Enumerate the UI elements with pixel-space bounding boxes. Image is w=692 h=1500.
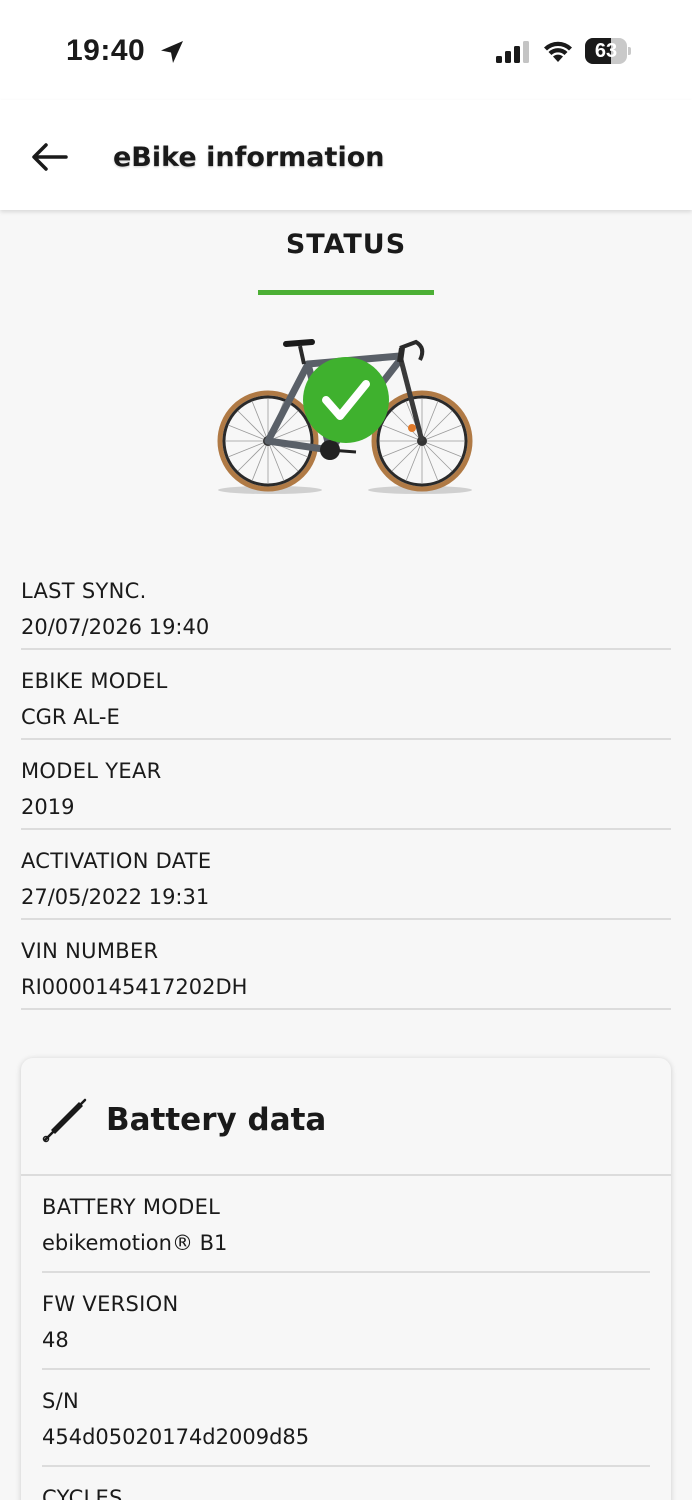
battery-card-header: Battery data (21, 1058, 671, 1176)
check-badge-icon (303, 357, 389, 443)
info-value: 48 (42, 1328, 69, 1352)
info-row-activation-date: ACTIVATION DATE 27/05/2022 19:31 (21, 830, 671, 920)
info-row-ebike-model: EBIKE MODEL CGR AL-E (21, 650, 671, 740)
battery-data-card: Battery data BATTERY MODEL ebikemotion® … (21, 1058, 671, 1500)
info-row-last-sync: LAST SYNC. 20/07/2026 19:40 (21, 560, 671, 650)
info-label: VIN NUMBER (21, 939, 159, 963)
battery-row-fw-version: FW VERSION 48 (42, 1273, 650, 1370)
battery-percent: 63 (594, 40, 618, 62)
info-value: 2019 (21, 795, 75, 819)
tab-active-indicator (258, 290, 434, 295)
cellular-signal-icon (496, 41, 529, 63)
app-header: eBike information (0, 100, 692, 210)
battery-row-model: BATTERY MODEL ebikemotion® B1 (42, 1176, 650, 1273)
location-arrow-icon (161, 41, 183, 63)
info-value: 454d05020174d2009d85 (42, 1425, 310, 1449)
info-label: MODEL YEAR (21, 759, 162, 783)
page-title: eBike information (113, 142, 385, 173)
tab-status-label: STATUS (285, 229, 407, 260)
ebike-info-list: LAST SYNC. 20/07/2026 19:40 EBIKE MODEL … (21, 560, 671, 1010)
pump-icon (42, 1098, 87, 1143)
info-value: ebikemotion® B1 (42, 1231, 228, 1255)
info-label: ACTIVATION DATE (21, 849, 212, 873)
info-label: BATTERY MODEL (42, 1195, 221, 1219)
info-label: LAST SYNC. (21, 579, 147, 603)
info-value: 27/05/2022 19:31 (21, 885, 210, 909)
status-time: 19:40 (66, 34, 146, 67)
battery-icon: 63 (585, 38, 631, 64)
battery-card-title: Battery data (106, 1102, 327, 1138)
info-value: CGR AL-E (21, 705, 120, 729)
back-arrow-icon[interactable] (30, 140, 70, 174)
battery-info-list: BATTERY MODEL ebikemotion® B1 FW VERSION… (42, 1176, 650, 1500)
info-value: 20/07/2026 19:40 (21, 615, 210, 639)
tab-status[interactable]: STATUS (258, 226, 434, 296)
info-row-model-year: MODEL YEAR 2019 (21, 740, 671, 830)
info-value: RI0000145417202DH (21, 975, 248, 999)
battery-row-serial: S/N 454d05020174d2009d85 (42, 1370, 650, 1467)
info-label: S/N (42, 1389, 80, 1413)
battery-row-cycles: CYCLES (42, 1467, 650, 1500)
info-label: FW VERSION (42, 1292, 179, 1316)
bike-image (217, 339, 473, 494)
status-bar: 19:40 63 (0, 0, 692, 100)
info-row-vin-number: VIN NUMBER RI0000145417202DH (21, 920, 671, 1010)
wifi-icon (544, 41, 572, 62)
info-label: CYCLES (42, 1486, 123, 1500)
info-label: EBIKE MODEL (21, 669, 168, 693)
